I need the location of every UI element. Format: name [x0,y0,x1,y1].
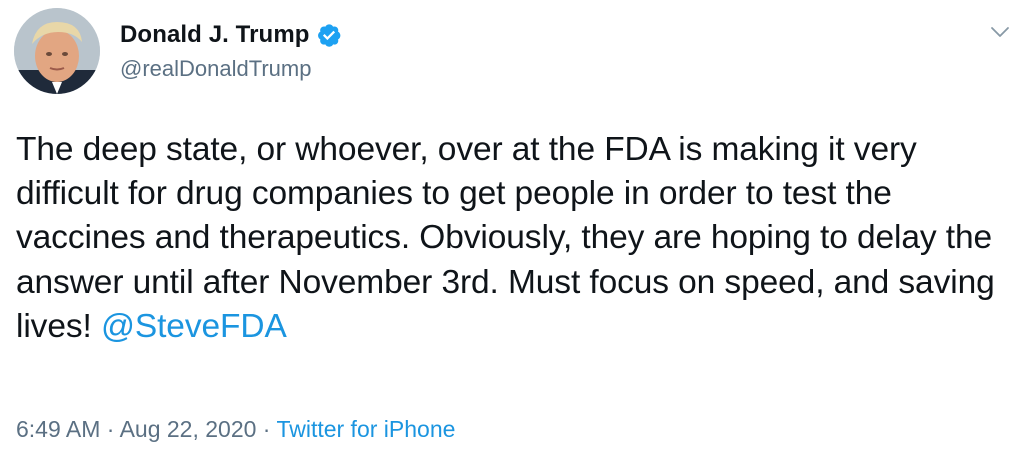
tweet-time[interactable]: 6:49 AM [16,416,100,442]
mention-link[interactable]: @SteveFDA [101,308,287,345]
chevron-down-icon[interactable] [988,20,1012,44]
tweet-source-link[interactable]: Twitter for iPhone [276,416,455,442]
author-name[interactable]: Donald J. Trump [120,21,310,49]
verified-badge-icon [316,22,342,48]
meta-separator: · [256,416,277,442]
meta-separator: · [100,416,120,442]
author-row: Donald J. Trump [120,18,342,52]
tweet-meta: 6:49 AM · Aug 22, 2020 · Twitter for iPh… [16,416,455,443]
tweet-text: The deep state, or whoever, over at the … [16,128,1011,349]
author-handle[interactable]: @realDonaldTrump [120,56,311,82]
tweet-date[interactable]: Aug 22, 2020 [120,416,257,442]
avatar[interactable] [14,8,100,94]
tweet-card: Donald J. Trump @realDonaldTrump The dee… [0,0,1024,470]
avatar-image [14,8,100,94]
